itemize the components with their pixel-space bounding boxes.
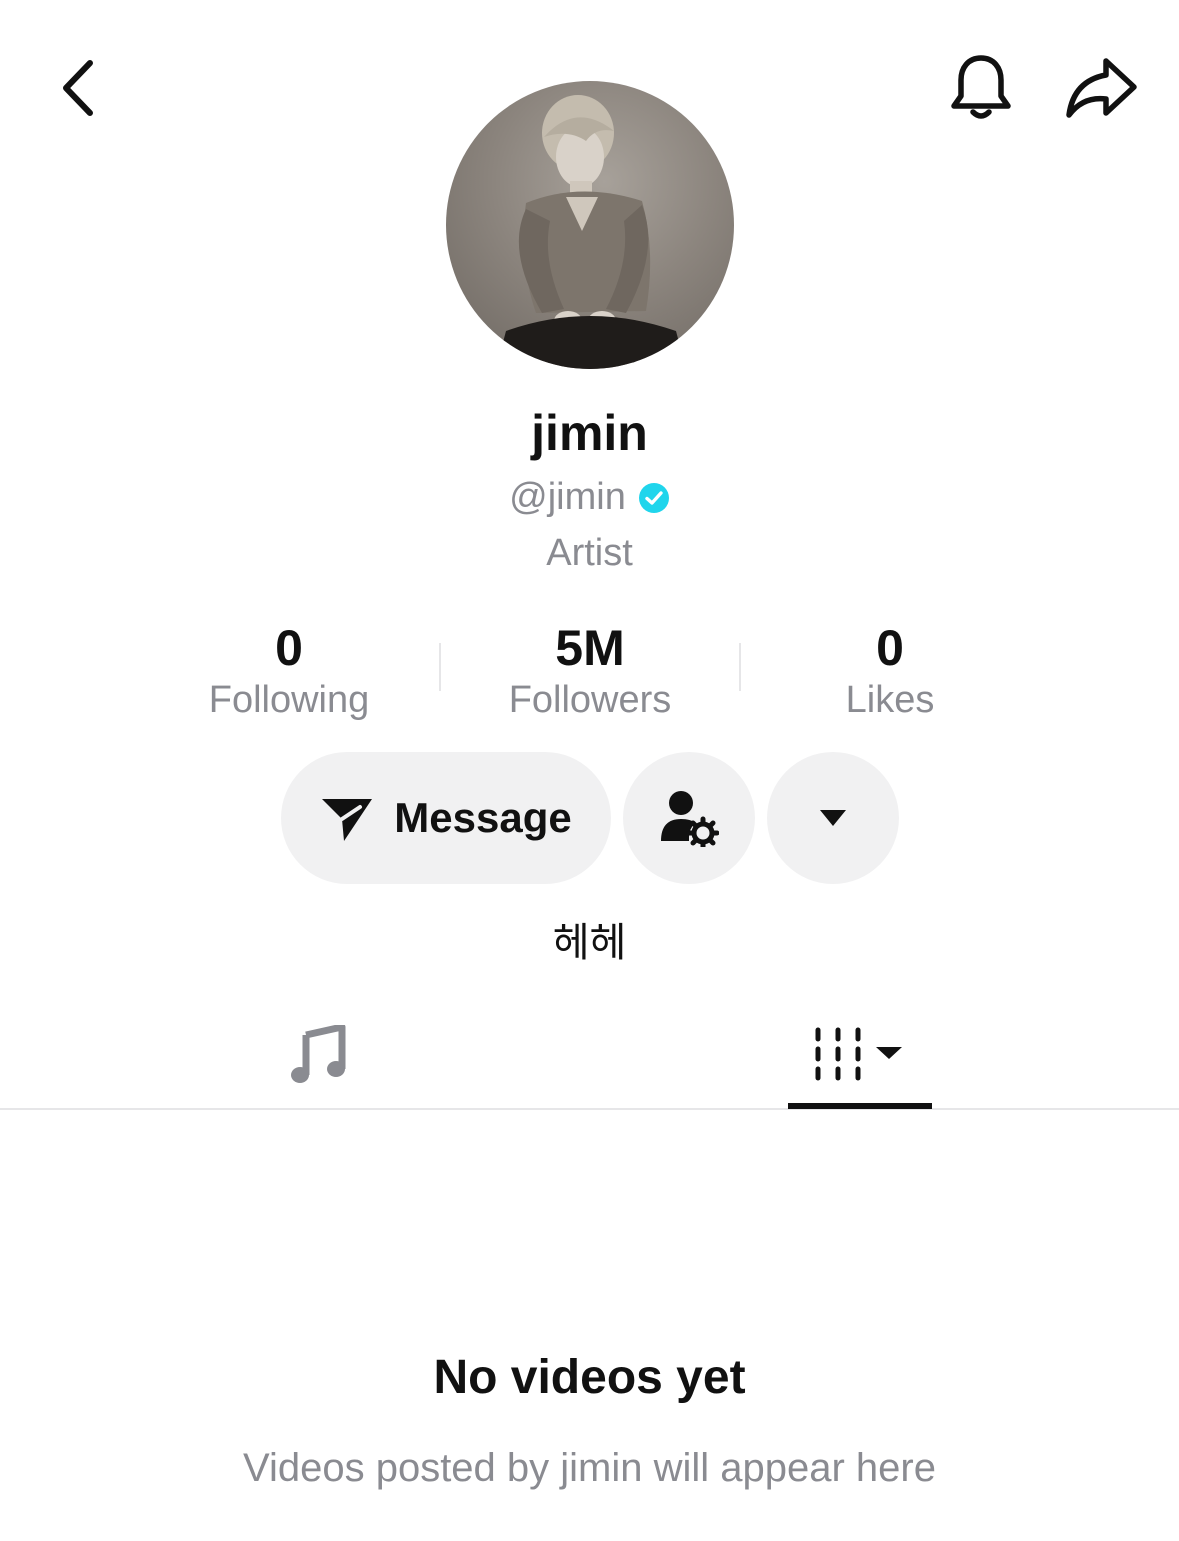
verified-badge-icon xyxy=(638,482,669,513)
handle-row: @jimin xyxy=(0,476,1179,519)
display-name: jimin xyxy=(531,405,648,461)
following-label: Following xyxy=(208,679,370,721)
likes-stat[interactable]: 0 Likes xyxy=(760,618,1020,722)
tab-videos[interactable] xyxy=(788,1000,932,1108)
share-button[interactable] xyxy=(1058,46,1144,130)
username-handle: @jimin xyxy=(509,476,626,518)
user-gear-icon xyxy=(661,791,719,847)
profile-page: jimin @jimin Artist 0 Following 5M Follo… xyxy=(0,0,1179,1541)
chevron-left-icon xyxy=(63,60,93,116)
empty-state-title: No videos yet xyxy=(433,1351,746,1404)
stat-divider xyxy=(439,643,441,691)
back-button[interactable] xyxy=(40,46,116,130)
followers-count: 5M xyxy=(555,620,625,676)
caret-down-icon xyxy=(820,810,846,826)
stat-divider xyxy=(739,643,741,691)
notifications-button[interactable] xyxy=(940,46,1022,130)
bio-text: 헤헤 xyxy=(552,921,627,965)
active-tab-indicator xyxy=(788,1103,932,1109)
bell-icon xyxy=(951,55,1011,119)
more-options-button[interactable] xyxy=(767,752,899,884)
manage-relationship-button[interactable] xyxy=(623,752,755,884)
empty-state-subtitle: Videos posted by jimin will appear here xyxy=(243,1446,936,1490)
account-category: Artist xyxy=(546,532,633,574)
tab-music[interactable] xyxy=(230,1000,406,1108)
followers-stat[interactable]: 5M Followers xyxy=(460,618,720,722)
likes-label: Likes xyxy=(845,679,935,721)
music-note-icon xyxy=(291,1025,346,1083)
video-grid-icon xyxy=(815,1027,902,1081)
following-stat[interactable]: 0 Following xyxy=(159,618,419,722)
tab-bar-border xyxy=(0,1108,1179,1110)
followers-label: Followers xyxy=(508,679,672,721)
paper-plane-icon xyxy=(322,799,373,841)
profile-photo xyxy=(496,95,686,369)
following-count: 0 xyxy=(275,620,303,676)
share-arrow-icon xyxy=(1066,58,1137,118)
message-button[interactable]: Message xyxy=(281,752,611,884)
message-button-label: Message xyxy=(394,794,572,841)
likes-count: 0 xyxy=(876,620,904,676)
avatar[interactable] xyxy=(446,81,734,369)
